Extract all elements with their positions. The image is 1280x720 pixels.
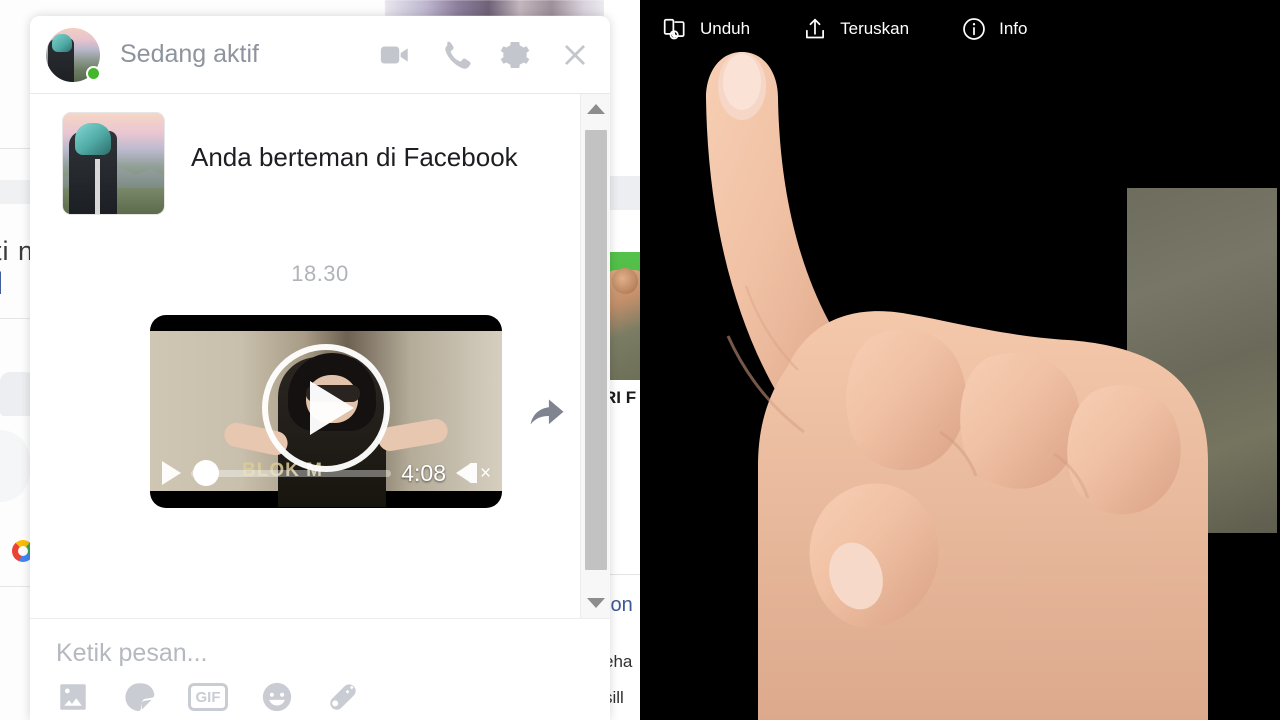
- messenger-chat-window: Sedang aktif Anda berteman di Facebook 1…: [30, 16, 610, 720]
- background-text-fragment-2: ]: [0, 268, 3, 296]
- download-label: Unduh: [700, 19, 751, 38]
- video-progress-knob[interactable]: [193, 460, 219, 486]
- message-thumbnail[interactable]: [62, 112, 165, 215]
- chat-message-list[interactable]: Anda berteman di Facebook 18.30 BLOK M 4…: [30, 94, 610, 618]
- right-panel-video-viewer: Unduh Teruskan Info: [640, 0, 1280, 720]
- play-small-icon[interactable]: [162, 461, 181, 485]
- message-input[interactable]: Ketik pesan...: [56, 619, 584, 668]
- chat-header: Sedang aktif: [30, 16, 610, 94]
- left-panel: ti n ] RI F ion eha sill: [0, 0, 640, 720]
- video-camera-icon[interactable]: [378, 38, 412, 72]
- gif-icon[interactable]: GIF: [188, 683, 228, 711]
- video-progress-bar[interactable]: [191, 460, 392, 486]
- chat-scrollbar[interactable]: [580, 94, 610, 618]
- chat-header-actions: [378, 38, 592, 72]
- online-status-dot: [86, 65, 101, 81]
- friend-notice-text: Anda berteman di Facebook: [191, 142, 518, 172]
- viewer-toolbar: Unduh Teruskan Info: [640, 0, 1280, 58]
- close-icon[interactable]: [558, 38, 592, 72]
- message-item: Anda berteman di Facebook: [30, 94, 610, 215]
- thumbnail-helmet: [75, 123, 111, 155]
- share-upload-icon: [802, 16, 828, 42]
- game-controller-icon[interactable]: [326, 680, 360, 714]
- video-play-button[interactable]: [262, 343, 390, 472]
- info-label: Info: [999, 19, 1028, 38]
- play-icon: [310, 380, 354, 435]
- message-timestamp: 18.30: [291, 261, 349, 286]
- avatar[interactable]: [46, 27, 101, 82]
- chevron-up-icon: [587, 104, 605, 114]
- gear-icon[interactable]: [498, 38, 532, 72]
- scroll-down-button[interactable]: [581, 588, 610, 618]
- forward-arrow-icon[interactable]: [524, 389, 570, 435]
- chat-status-label: Sedang aktif: [120, 40, 259, 68]
- info-circle-icon: [961, 16, 987, 42]
- thumbnail-stripe: [95, 159, 100, 214]
- phone-icon[interactable]: [438, 38, 472, 72]
- forward-button[interactable]: Teruskan: [802, 16, 909, 42]
- ad-person-head: [612, 268, 638, 294]
- background-text-fragment-1: ti n: [0, 236, 35, 266]
- background-top-strip: [385, 0, 610, 16]
- background-shape-2: [0, 430, 30, 502]
- image-icon[interactable]: [56, 680, 90, 714]
- chevron-down-icon: [587, 598, 605, 608]
- info-button[interactable]: Info: [961, 16, 1027, 42]
- sticker-icon[interactable]: [122, 680, 156, 714]
- video-message-bubble[interactable]: BLOK M 4:08 ×: [150, 315, 502, 508]
- smiley-icon[interactable]: [260, 680, 294, 714]
- video-message-row: BLOK M 4:08 ×: [30, 315, 610, 508]
- video-controls: 4:08 ×: [150, 456, 502, 490]
- background-right-text-1: ion: [606, 594, 633, 616]
- forward-label: Teruskan: [840, 19, 910, 38]
- speaker-mute-icon[interactable]: ×: [456, 460, 491, 486]
- scroll-up-button[interactable]: [581, 94, 610, 124]
- download-cards-icon: [662, 16, 688, 42]
- scrollbar-thumb[interactable]: [585, 130, 607, 570]
- download-button[interactable]: Unduh: [662, 16, 750, 42]
- pointing-hand-illustration: [688, 36, 1208, 720]
- chat-composer: Ketik pesan... GIF: [30, 618, 610, 720]
- video-duration: 4:08: [401, 459, 446, 486]
- composer-tools: GIF: [56, 680, 584, 714]
